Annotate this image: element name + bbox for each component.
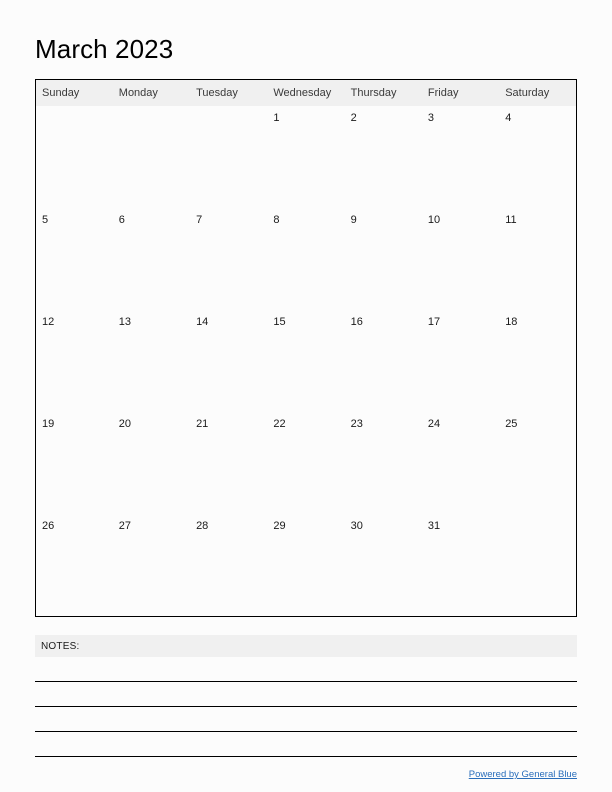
day-cell[interactable]: 4	[499, 106, 577, 208]
day-cell[interactable]	[35, 106, 113, 208]
day-cell[interactable]: 28	[190, 514, 268, 617]
day-cell[interactable]: 2	[344, 106, 422, 208]
day-cell[interactable]: 26	[35, 514, 113, 617]
day-cell[interactable]: 14	[190, 310, 268, 412]
notes-line[interactable]	[35, 682, 577, 707]
day-cell[interactable]: 22	[267, 412, 345, 514]
calendar-week-row: 26 27 28 29 30 31	[35, 514, 577, 617]
calendar-body: 1 2 3 4 5 6 7 8 9 10 11 12 13 14 15 16 1…	[35, 106, 577, 617]
day-cell[interactable]: 17	[421, 310, 500, 412]
day-cell[interactable]: 9	[344, 208, 422, 310]
notes-line[interactable]	[35, 657, 577, 682]
day-cell[interactable]: 6	[112, 208, 191, 310]
day-cell[interactable]: 27	[112, 514, 191, 617]
day-cell[interactable]: 16	[344, 310, 422, 412]
day-cell[interactable]: 7	[190, 208, 268, 310]
notes-header-band: NOTES:	[35, 635, 577, 657]
weekday-header-sunday: Sunday	[35, 79, 113, 106]
calendar-header-row: Sunday Monday Tuesday Wednesday Thursday…	[35, 79, 577, 106]
day-cell[interactable]: 3	[421, 106, 500, 208]
day-cell[interactable]: 25	[499, 412, 577, 514]
day-cell[interactable]: 8	[267, 208, 345, 310]
day-cell[interactable]: 15	[267, 310, 345, 412]
weekday-header-saturday: Saturday	[499, 79, 577, 106]
calendar-grid: Sunday Monday Tuesday Wednesday Thursday…	[35, 79, 577, 617]
calendar-week-row: 12 13 14 15 16 17 18	[35, 310, 577, 412]
day-cell[interactable]: 13	[112, 310, 191, 412]
day-cell[interactable]: 10	[421, 208, 500, 310]
notes-line[interactable]	[35, 732, 577, 757]
day-cell[interactable]: 19	[35, 412, 113, 514]
notes-label: NOTES:	[41, 640, 80, 652]
day-cell[interactable]: 30	[344, 514, 422, 617]
page-title: March 2023	[35, 34, 174, 64]
calendar-week-row: 1 2 3 4	[35, 106, 577, 208]
day-cell[interactable]: 5	[35, 208, 113, 310]
weekday-header-friday: Friday	[421, 79, 500, 106]
calendar-page: March 2023 Sunday Monday Tuesday Wednesd…	[0, 0, 612, 792]
calendar-week-row: 19 20 21 22 23 24 25	[35, 412, 577, 514]
day-cell[interactable]: 18	[499, 310, 577, 412]
powered-by-link[interactable]: Powered by General Blue	[469, 769, 577, 780]
day-cell[interactable]	[499, 514, 577, 617]
day-cell[interactable]: 31	[421, 514, 500, 617]
weekday-header-monday: Monday	[112, 79, 191, 106]
notes-lines	[35, 657, 577, 757]
day-cell[interactable]: 21	[190, 412, 268, 514]
notes-line[interactable]	[35, 707, 577, 732]
day-cell[interactable]	[112, 106, 191, 208]
day-cell[interactable]: 1	[267, 106, 345, 208]
footer: Powered by General Blue	[35, 757, 577, 782]
day-cell[interactable]: 29	[267, 514, 345, 617]
day-cell[interactable]: 11	[499, 208, 577, 310]
weekday-header-wednesday: Wednesday	[267, 79, 345, 106]
calendar-week-row: 5 6 7 8 9 10 11	[35, 208, 577, 310]
weekday-header-thursday: Thursday	[344, 79, 422, 106]
day-cell[interactable]: 24	[421, 412, 500, 514]
day-cell[interactable]: 20	[112, 412, 191, 514]
day-cell[interactable]: 12	[35, 310, 113, 412]
day-cell[interactable]: 23	[344, 412, 422, 514]
day-cell[interactable]	[190, 106, 268, 208]
weekday-header-tuesday: Tuesday	[190, 79, 268, 106]
